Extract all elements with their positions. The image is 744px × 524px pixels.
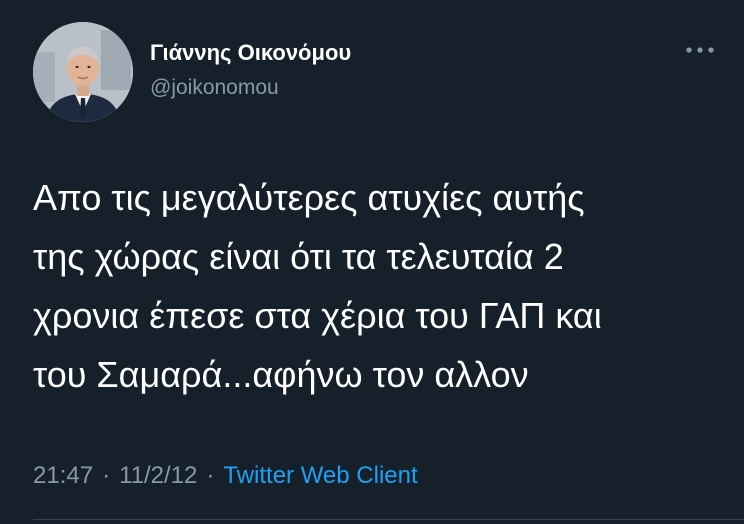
divider	[33, 519, 744, 520]
tweet-text-line: Απο τις μεγαλύτερες ατυχίες αυτής	[33, 177, 585, 218]
tweet-date[interactable]: 11/2/12	[119, 462, 197, 489]
more-horizontal-icon	[686, 47, 714, 53]
tweet-text: Απο τις μεγαλύτερες ατυχίες αυτής της χώ…	[33, 168, 723, 404]
tweet-text-line: της χώρας είναι ότι τα τελευταία 2	[33, 236, 564, 277]
tweet-time[interactable]: 21:47	[33, 462, 93, 489]
client-link[interactable]: Twitter Web Client	[223, 462, 417, 489]
tweet-text-line: χρονια έπεσε στα χέρια του ΓΑΠ και	[33, 295, 602, 336]
meta-separator: ·	[206, 462, 215, 489]
more-options-button[interactable]	[680, 38, 720, 62]
profile-photo-icon	[33, 22, 133, 122]
username[interactable]: @joikonomou	[150, 76, 279, 100]
tweet-metadata: 21:47 · 11/2/12 · Twitter Web Client	[33, 462, 418, 490]
meta-separator: ·	[102, 462, 111, 489]
display-name[interactable]: Γιάννης Οικονόμου	[150, 40, 351, 66]
tweet-text-line: του Σαμαρά...αφήνω τον αλλον	[33, 354, 529, 395]
avatar[interactable]	[33, 22, 133, 122]
